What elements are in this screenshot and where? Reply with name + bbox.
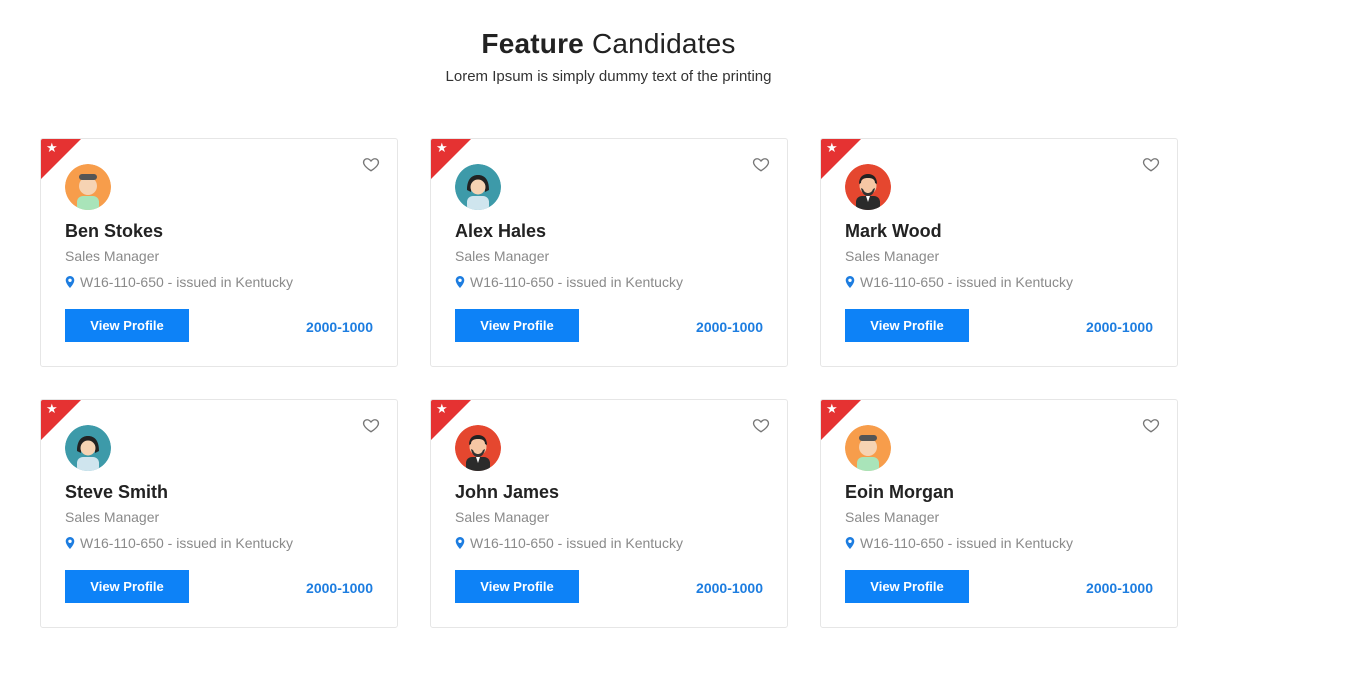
candidate-card: ★ Eoin Morgan Sales Manager W16-110-650 …	[820, 399, 1178, 628]
heart-icon[interactable]	[362, 155, 380, 173]
avatar	[455, 164, 501, 210]
candidate-name: Ben Stokes	[65, 221, 164, 241]
candidate-card: ★ Steve Smith Sales Manager W16-110-650 …	[40, 399, 398, 628]
candidate-card: ★ John James Sales Manager W16-110-650 -…	[430, 399, 788, 628]
title-rest: Candidates	[591, 28, 736, 59]
view-profile-button[interactable]: View Profile	[65, 309, 189, 342]
candidate-location: W16-110-650 - issued in Kentucky	[455, 274, 683, 290]
salary-range: 2000-1000	[696, 319, 763, 335]
candidate-role: Sales Manager	[845, 248, 940, 264]
location-text: W16-110-650 - issued in Kentucky	[470, 274, 683, 290]
star-icon: ★	[436, 402, 448, 417]
location-text: W16-110-650 - issued in Kentucky	[860, 535, 1073, 551]
star-icon: ★	[46, 402, 58, 417]
candidate-location: W16-110-650 - issued in Kentucky	[65, 535, 293, 551]
location-pin-icon	[455, 537, 465, 549]
star-icon: ★	[436, 141, 448, 156]
heart-icon[interactable]	[1142, 416, 1160, 434]
candidate-location: W16-110-650 - issued in Kentucky	[455, 535, 683, 551]
candidate-location: W16-110-650 - issued in Kentucky	[845, 535, 1073, 551]
candidate-name: John James	[455, 482, 560, 502]
page-title: Feature Candidates	[0, 28, 1217, 60]
location-pin-icon	[845, 276, 855, 288]
view-profile-button[interactable]: View Profile	[65, 570, 189, 603]
star-icon: ★	[46, 141, 58, 156]
star-icon: ★	[826, 141, 838, 156]
salary-range: 2000-1000	[306, 580, 373, 596]
heart-icon[interactable]	[362, 416, 380, 434]
page-subtitle: Lorem Ipsum is simply dummy text of the …	[445, 68, 772, 85]
view-profile-button[interactable]: View Profile	[455, 309, 579, 342]
avatar	[65, 425, 111, 471]
location-text: W16-110-650 - issued in Kentucky	[80, 274, 293, 290]
star-icon: ★	[826, 402, 838, 417]
view-profile-button[interactable]: View Profile	[845, 309, 969, 342]
candidate-role: Sales Manager	[455, 509, 550, 525]
title-strong: Feature	[481, 28, 584, 59]
candidate-card: ★ Ben Stokes Sales Manager W16-110-650 -…	[40, 138, 398, 367]
salary-range: 2000-1000	[1086, 580, 1153, 596]
avatar	[65, 164, 111, 210]
avatar	[455, 425, 501, 471]
candidate-role: Sales Manager	[65, 509, 160, 525]
view-profile-button[interactable]: View Profile	[455, 570, 579, 603]
candidate-role: Sales Manager	[65, 248, 160, 264]
heart-icon[interactable]	[752, 416, 770, 434]
location-pin-icon	[65, 537, 75, 549]
location-pin-icon	[65, 276, 75, 288]
candidate-name: Eoin Morgan	[845, 482, 954, 502]
candidate-role: Sales Manager	[455, 248, 550, 264]
heart-icon[interactable]	[752, 155, 770, 173]
salary-range: 2000-1000	[1086, 319, 1153, 335]
location-text: W16-110-650 - issued in Kentucky	[80, 535, 293, 551]
location-text: W16-110-650 - issued in Kentucky	[470, 535, 683, 551]
candidate-name: Alex Hales	[455, 221, 547, 241]
heart-icon[interactable]	[1142, 155, 1160, 173]
view-profile-button[interactable]: View Profile	[845, 570, 969, 603]
candidate-role: Sales Manager	[845, 509, 940, 525]
section-header: Feature Candidates Lorem Ipsum is simply…	[0, 28, 1217, 85]
candidate-name: Mark Wood	[845, 221, 942, 241]
location-pin-icon	[455, 276, 465, 288]
candidate-card: ★ Alex Hales Sales Manager W16-110-650 -…	[430, 138, 788, 367]
candidate-location: W16-110-650 - issued in Kentucky	[65, 274, 293, 290]
avatar	[845, 425, 891, 471]
candidate-card: ★ Mark Wood Sales Manager W16-110-650 - …	[820, 138, 1178, 367]
candidate-location: W16-110-650 - issued in Kentucky	[845, 274, 1073, 290]
candidate-name: Steve Smith	[65, 482, 169, 502]
salary-range: 2000-1000	[696, 580, 763, 596]
salary-range: 2000-1000	[306, 319, 373, 335]
location-text: W16-110-650 - issued in Kentucky	[860, 274, 1073, 290]
location-pin-icon	[845, 537, 855, 549]
avatar	[845, 164, 891, 210]
